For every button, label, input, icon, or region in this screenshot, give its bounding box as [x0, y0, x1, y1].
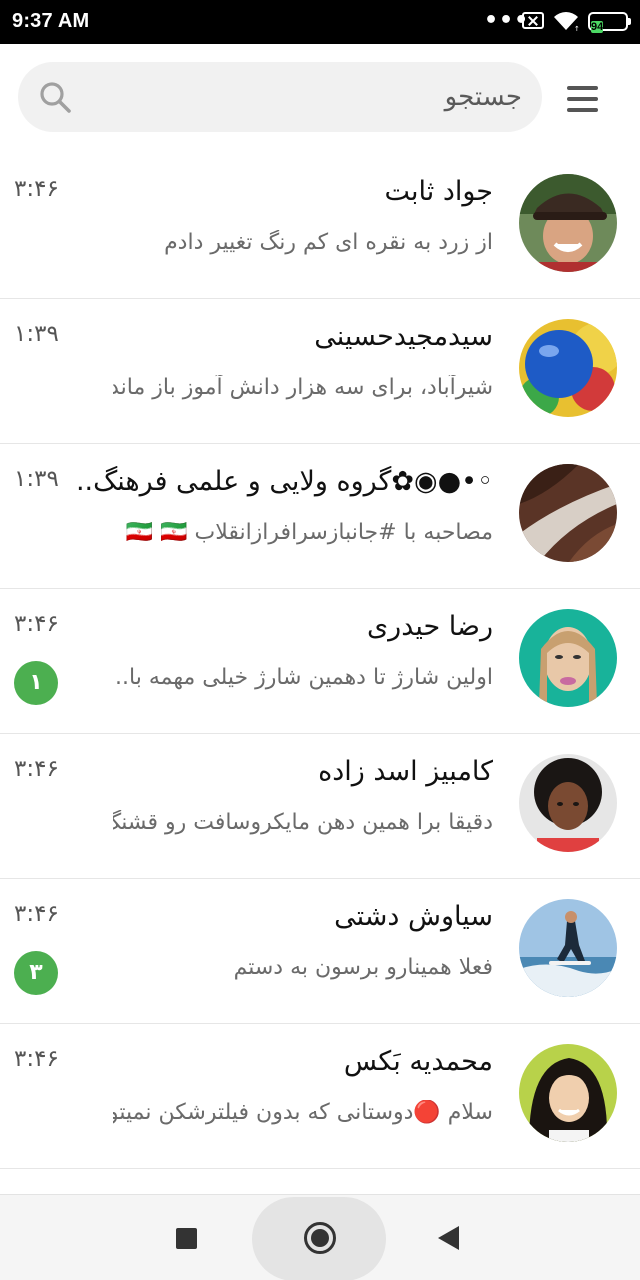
- search-icon[interactable]: [38, 80, 72, 114]
- chat-time: ۳:۴۶: [14, 1046, 59, 1072]
- wifi-icon: ↑↓: [554, 12, 580, 32]
- chat-item[interactable]: محمدیه بَکس سلام 🔴دوستانی که بدون فیلترش…: [0, 1024, 640, 1169]
- status-bar: 9:37 AM ••• ↑↓ 94: [0, 0, 640, 44]
- menu-icon[interactable]: [560, 82, 606, 116]
- svg-text:↑↓: ↑↓: [574, 25, 580, 32]
- search-input[interactable]: [122, 62, 522, 132]
- home-icon[interactable]: [304, 1222, 336, 1254]
- avatar[interactable]: [519, 1044, 617, 1142]
- search-bar[interactable]: [18, 62, 542, 132]
- chat-preview: شیرآباد، برای سه هزار دانش آموز باز ماند…: [113, 375, 493, 400]
- battery-level: 94: [591, 21, 604, 33]
- navigation-bar: [0, 1194, 640, 1280]
- avatar[interactable]: [519, 754, 617, 852]
- avatar[interactable]: [519, 464, 617, 562]
- chat-time: ۳:۴۶: [14, 901, 59, 927]
- chat-preview: اولین شارژ تا دهمین شارژ خیلی مهمه با...: [113, 665, 493, 690]
- avatar[interactable]: [519, 899, 617, 997]
- chat-name: رضا حیدری: [367, 611, 493, 642]
- status-time: 9:37 AM: [12, 10, 90, 32]
- avatar[interactable]: [519, 319, 617, 417]
- chat-time: ۳:۴۶: [14, 611, 59, 637]
- chat-preview: مصاحبه با #جانبازسرافرازانقلاب 🇮🇷 🇮🇷 🌷..…: [113, 520, 493, 545]
- back-button[interactable]: [438, 1226, 459, 1250]
- unread-badge: ۳: [14, 951, 58, 995]
- chat-time: ۳:۴۶: [14, 176, 59, 202]
- chat-time: ۱:۳۹: [14, 466, 59, 492]
- unread-badge: ۱: [14, 661, 58, 705]
- header: [0, 44, 640, 154]
- chat-preview: دقیقا برا همین دهن مایکروسافت رو قشنگ ..…: [113, 810, 493, 835]
- chat-item[interactable]: جواد ثابت از زرد به نقره ای کم رنگ تغییر…: [0, 154, 640, 299]
- chat-preview: سلام 🔴دوستانی که بدون فیلترشکن نمیتون...: [113, 1100, 493, 1125]
- chat-name: جواد ثابت: [384, 176, 493, 207]
- chat-preview: فعلا همینارو برسون به دستم: [233, 955, 493, 980]
- chat-item[interactable]: سیاوش دشتی فعلا همینارو برسون به دستم ۳:…: [0, 879, 640, 1024]
- chat-name: سیدمجیدحسینی: [314, 321, 493, 352]
- chat-list: جواد ثابت از زرد به نقره ای کم رنگ تغییر…: [0, 154, 640, 1169]
- battery-icon: 94: [588, 12, 631, 33]
- avatar[interactable]: [519, 174, 617, 272]
- chat-name: محمدیه بَکس: [343, 1046, 493, 1077]
- chat-item[interactable]: رضا حیدری اولین شارژ تا دهمین شارژ خیلی …: [0, 589, 640, 734]
- chat-preview: از زرد به نقره ای کم رنگ تغییر دادم: [164, 230, 493, 255]
- chat-time: ۳:۴۶: [14, 756, 59, 782]
- avatar[interactable]: [519, 609, 617, 707]
- chat-name: ◦•●◉✿گروه ولایی و علمی فرهنگ..: [75, 466, 493, 497]
- chat-item[interactable]: ◦•●◉✿گروه ولایی و علمی فرهنگ.. مصاحبه با…: [0, 444, 640, 589]
- chat-time: ۱:۳۹: [14, 321, 59, 347]
- chat-item[interactable]: کامبیز اسد زاده دقیقا برا همین دهن مایکر…: [0, 734, 640, 879]
- recents-button[interactable]: [176, 1228, 197, 1249]
- chat-name: کامبیز اسد زاده: [318, 756, 493, 787]
- chat-name: سیاوش دشتی: [334, 901, 493, 932]
- chat-item[interactable]: سیدمجیدحسینی شیرآباد، برای سه هزار دانش …: [0, 299, 640, 444]
- no-sim-icon: [522, 12, 544, 29]
